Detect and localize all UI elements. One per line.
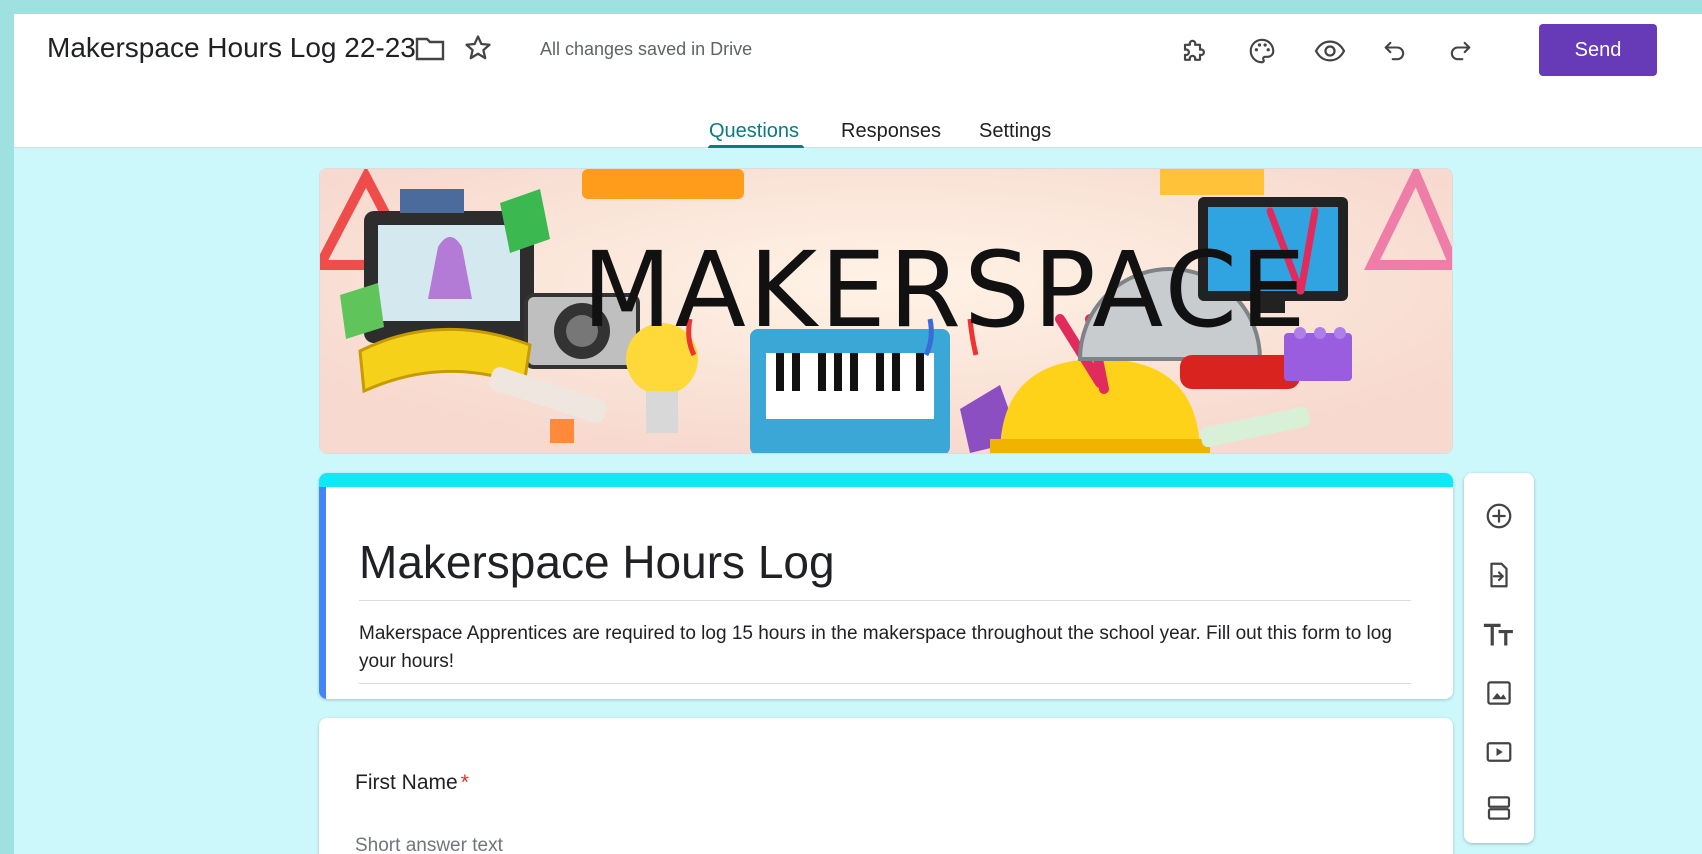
addon-puzzle-icon[interactable] xyxy=(1175,31,1215,71)
import-questions-icon[interactable] xyxy=(1479,555,1519,595)
tab-responses[interactable]: Responses xyxy=(841,120,941,143)
redo-icon[interactable] xyxy=(1440,31,1480,71)
add-question-icon[interactable] xyxy=(1479,496,1519,536)
form-description[interactable]: Makerspace Apprentices are required to l… xyxy=(359,620,1411,676)
palette-icon[interactable] xyxy=(1242,31,1282,71)
forms-editor-window: Makerspace Hours Log 22-23 All changes s… xyxy=(14,14,1702,854)
question-title[interactable]: First Name * xyxy=(355,771,469,795)
description-underline xyxy=(359,683,1411,684)
add-title-icon[interactable] xyxy=(1479,614,1519,654)
undo-icon[interactable] xyxy=(1375,31,1415,71)
form-title[interactable]: Makerspace Hours Log xyxy=(359,535,835,589)
focus-indicator xyxy=(319,487,326,699)
question-card[interactable]: First Name * Short answer text xyxy=(319,718,1453,854)
form-header-card[interactable]: Makerspace Hours Log Makerspace Apprenti… xyxy=(319,473,1453,699)
star-icon[interactable] xyxy=(460,30,496,66)
tab-questions[interactable]: Questions xyxy=(709,120,799,143)
header-banner-image: MAKERSPACE xyxy=(319,168,1453,454)
short-answer-placeholder: Short answer text xyxy=(355,835,503,854)
title-underline xyxy=(359,600,1411,601)
add-image-icon[interactable] xyxy=(1479,673,1519,713)
tab-settings[interactable]: Settings xyxy=(979,120,1051,143)
save-status: All changes saved in Drive xyxy=(540,39,753,59)
tab-bar: Questions Responses Settings xyxy=(14,110,1702,148)
banner-text: MAKERSPACE xyxy=(582,229,1309,351)
send-button[interactable]: Send xyxy=(1539,24,1657,76)
add-video-icon[interactable] xyxy=(1479,732,1519,772)
top-bar: Makerspace Hours Log 22-23 All changes s… xyxy=(14,14,1702,148)
preview-eye-icon[interactable] xyxy=(1310,31,1350,71)
theme-color-strip xyxy=(319,473,1453,487)
question-title-text: First Name xyxy=(355,771,458,794)
add-section-icon[interactable] xyxy=(1479,788,1519,828)
active-tab-indicator xyxy=(708,145,804,148)
required-asterisk: * xyxy=(460,771,469,794)
folder-icon[interactable] xyxy=(412,30,448,66)
document-title[interactable]: Makerspace Hours Log 22-23 xyxy=(47,32,416,64)
floating-side-toolbar xyxy=(1464,473,1534,843)
